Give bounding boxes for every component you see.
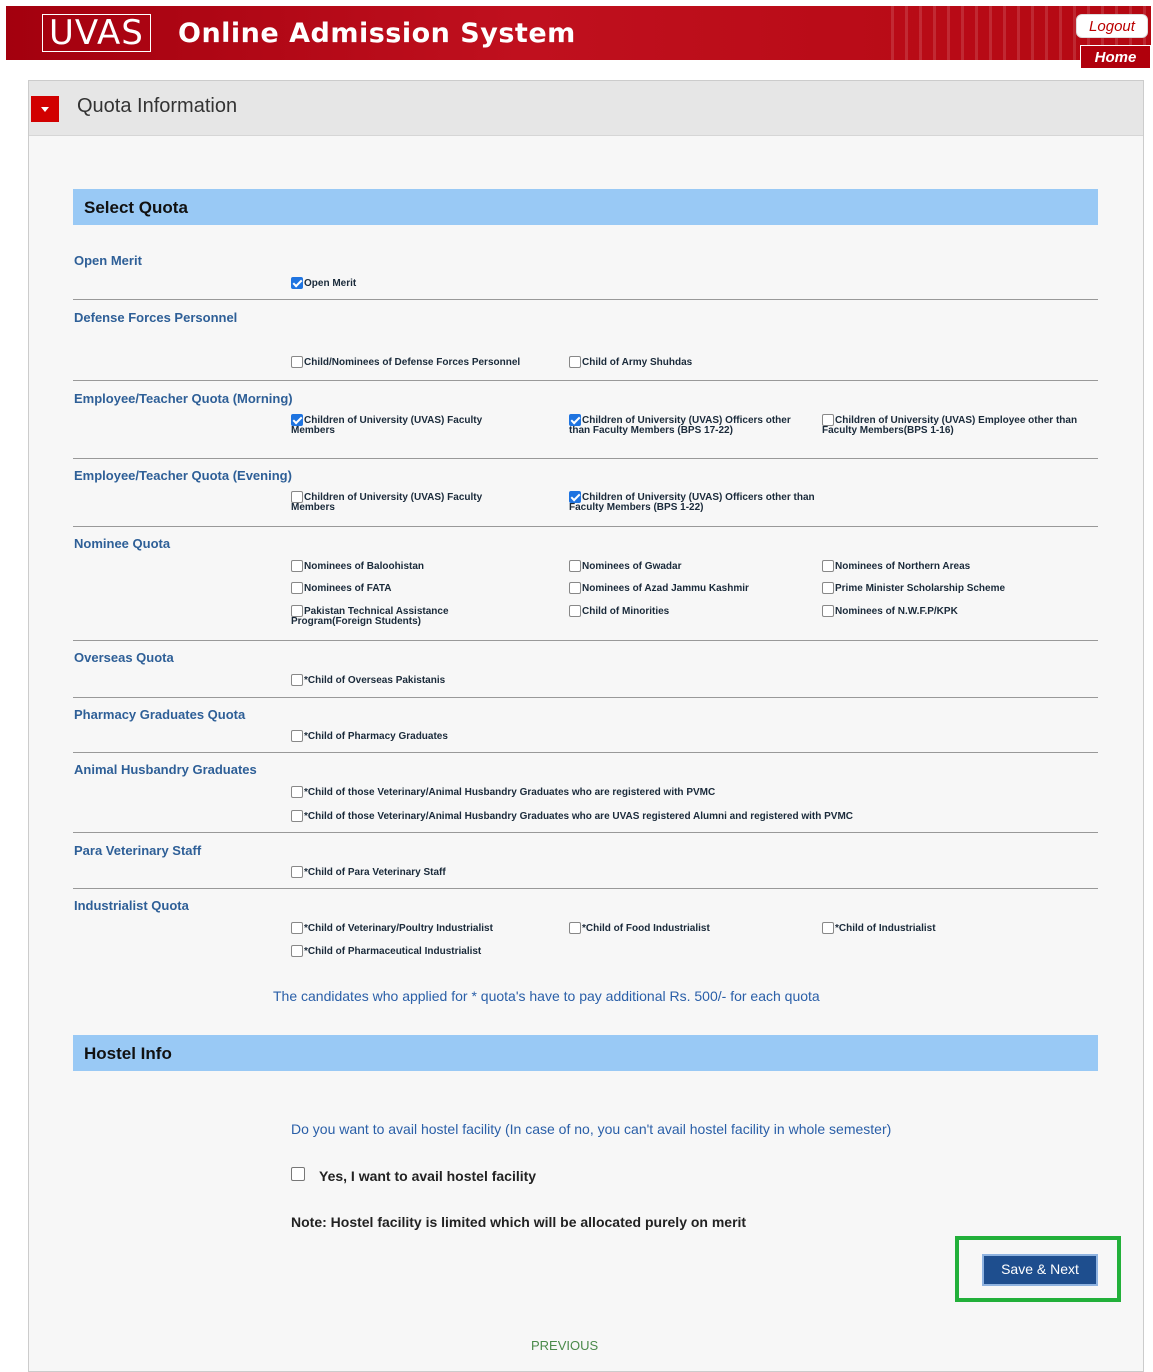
- logout-button[interactable]: Logout: [1076, 14, 1148, 38]
- hostel-note: Note: Hostel facility is limited which w…: [291, 1214, 747, 1230]
- option-nominee-gwadar[interactable]: Nominees of Gwadar: [569, 560, 681, 572]
- divider: [73, 888, 1098, 889]
- option-defense-nominees[interactable]: Child/Nominees of Defense Forces Personn…: [291, 356, 520, 368]
- checkbox[interactable]: [569, 922, 581, 934]
- group-label-pharmacy: Pharmacy Graduates Quota: [74, 707, 246, 722]
- checkbox[interactable]: [822, 605, 834, 617]
- option-open-merit[interactable]: Open Merit: [291, 277, 356, 289]
- hostel-option-label[interactable]: Yes, I want to avail hostel facility: [319, 1168, 536, 1184]
- option-pharmacy[interactable]: *Child of Pharmacy Graduates: [291, 730, 448, 742]
- option-para-veterinary[interactable]: *Child of Para Veterinary Staff: [291, 866, 446, 878]
- divider: [73, 640, 1098, 641]
- option-nominee-baloohistan[interactable]: Nominees of Baloohistan: [291, 560, 424, 572]
- app-title: Online Admission System: [178, 18, 576, 49]
- divider: [73, 526, 1098, 527]
- divider: [73, 380, 1098, 381]
- hostel-checkbox[interactable]: [291, 1167, 305, 1181]
- option-army-shuhdas[interactable]: Child of Army Shuhdas: [569, 356, 692, 368]
- checkbox[interactable]: [291, 674, 303, 686]
- option-ptap-foreign[interactable]: Pakistan Technical Assistance Program(Fo…: [291, 605, 491, 627]
- divider: [73, 458, 1098, 459]
- option-child-minorities[interactable]: Child of Minorities: [569, 605, 669, 617]
- quota-panel: Quota Information: [28, 80, 1144, 1372]
- checkbox[interactable]: [291, 866, 303, 878]
- checkbox[interactable]: [291, 810, 303, 822]
- panel-title: Quota Information: [77, 95, 238, 117]
- group-label-defense: Defense Forces Personnel: [74, 310, 238, 325]
- checkbox[interactable]: [569, 356, 581, 368]
- option-morning-employee[interactable]: Children of University (UVAS) Employee o…: [822, 414, 1098, 436]
- divider: [73, 697, 1098, 698]
- option-evening-faculty[interactable]: Children of University (UVAS) Faculty Me…: [291, 491, 521, 513]
- uvas-logo: UVAS: [42, 14, 151, 52]
- option-nominee-kpk[interactable]: Nominees of N.W.F.P/KPK: [822, 605, 958, 617]
- option-animal-pvmc[interactable]: *Child of those Veterinary/Animal Husban…: [291, 786, 715, 798]
- option-poultry-industrialist[interactable]: *Child of Veterinary/Poultry Industriali…: [291, 922, 493, 934]
- option-nominee-northern-areas[interactable]: Nominees of Northern Areas: [822, 560, 970, 572]
- group-label-animal-husbandry: Animal Husbandry Graduates: [74, 762, 257, 777]
- checkbox[interactable]: [569, 491, 581, 503]
- option-nominee-ajk[interactable]: Nominees of Azad Jammu Kashmir: [569, 582, 749, 594]
- checkbox[interactable]: [822, 582, 834, 594]
- hostel-question: Do you want to avail hostel facility (In…: [291, 1121, 892, 1137]
- divider: [73, 832, 1098, 833]
- checkbox[interactable]: [822, 560, 834, 572]
- option-overseas[interactable]: *Child of Overseas Pakistanis: [291, 674, 445, 686]
- option-pharma-industrialist[interactable]: *Child of Pharmaceutical Industrialist: [291, 945, 481, 957]
- group-label-employee-morning: Employee/Teacher Quota (Morning): [74, 391, 293, 406]
- option-industrialist[interactable]: *Child of Industrialist: [822, 922, 936, 934]
- checkbox[interactable]: [291, 277, 303, 289]
- checkbox[interactable]: [569, 414, 581, 426]
- group-label-nominee: Nominee Quota: [74, 536, 171, 551]
- checkbox[interactable]: [291, 560, 303, 572]
- checkbox[interactable]: [291, 414, 303, 426]
- option-animal-alumni[interactable]: *Child of those Veterinary/Animal Husban…: [291, 810, 853, 822]
- checkbox[interactable]: [291, 786, 303, 798]
- checkbox[interactable]: [291, 582, 303, 594]
- option-morning-faculty[interactable]: Children of University (UVAS) Faculty Me…: [291, 414, 521, 436]
- divider: [73, 752, 1098, 753]
- checkbox[interactable]: [569, 560, 581, 572]
- checkbox[interactable]: [569, 582, 581, 594]
- checkbox[interactable]: [291, 356, 303, 368]
- option-pm-scholarship[interactable]: Prime Minister Scholarship Scheme: [822, 582, 1005, 594]
- group-label-open-merit: Open Merit: [74, 253, 142, 268]
- group-label-employee-evening: Employee/Teacher Quota (Evening): [74, 468, 292, 483]
- divider: [73, 299, 1098, 300]
- group-label-para-veterinary: Para Veterinary Staff: [74, 843, 202, 858]
- quota-fee-note: The candidates who applied for * quota's…: [273, 988, 820, 1004]
- group-label-industrialist: Industrialist Quota: [74, 898, 189, 913]
- checkbox[interactable]: [291, 730, 303, 742]
- checkbox[interactable]: [822, 922, 834, 934]
- select-quota-heading: Select Quota: [73, 189, 1098, 225]
- hostel-info-heading: Hostel Info: [73, 1035, 1098, 1071]
- checkbox[interactable]: [291, 922, 303, 934]
- save-next-button[interactable]: Save & Next: [982, 1254, 1098, 1286]
- option-food-industrialist[interactable]: *Child of Food Industrialist: [569, 922, 710, 934]
- option-morning-officers[interactable]: Children of University (UVAS) Officers o…: [569, 414, 805, 436]
- checkbox[interactable]: [291, 945, 303, 957]
- group-label-overseas: Overseas Quota: [74, 650, 174, 665]
- collapse-toggle-icon[interactable]: [31, 96, 59, 122]
- option-nominee-fata[interactable]: Nominees of FATA: [291, 582, 391, 594]
- panel-header: Quota Information: [29, 81, 1143, 136]
- app-header: UVAS Online Admission System: [6, 6, 1151, 60]
- option-evening-officers[interactable]: Children of University (UVAS) Officers o…: [569, 491, 839, 513]
- previous-link[interactable]: PREVIOUS: [531, 1338, 598, 1353]
- checkbox[interactable]: [569, 605, 581, 617]
- home-button[interactable]: Home: [1080, 45, 1151, 69]
